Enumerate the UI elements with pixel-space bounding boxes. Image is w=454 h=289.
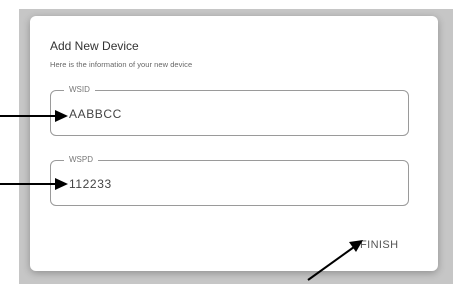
wspd-field[interactable]: WSPD 112233 [50, 154, 409, 206]
dialog-title: Add New Device [50, 39, 139, 53]
arrow-to-wspd-icon [0, 178, 68, 190]
wsid-value[interactable]: AABBCC [69, 107, 122, 121]
wsid-label: WSID [64, 84, 95, 96]
arrow-to-wsid-icon [0, 110, 68, 122]
wspd-label: WSPD [64, 154, 98, 166]
add-device-dialog: Add New Device Here is the information o… [30, 16, 438, 271]
dialog-subtitle: Here is the information of your new devi… [50, 60, 193, 69]
wspd-value[interactable]: 112233 [69, 177, 112, 191]
arrow-to-finish-icon [307, 240, 363, 281]
wsid-field[interactable]: WSID AABBCC [50, 84, 409, 136]
